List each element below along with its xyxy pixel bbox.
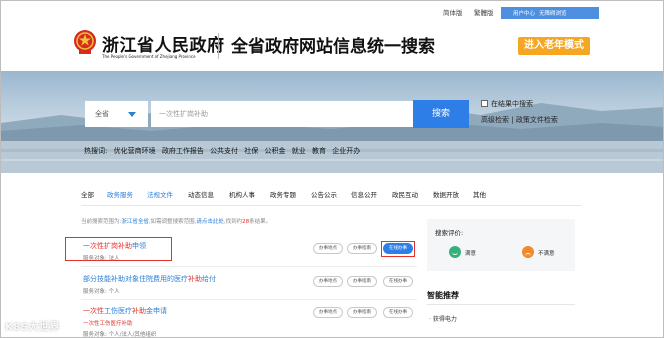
hot-word[interactable]: 公共支付 [210,147,238,155]
tab-news[interactable]: 动态信息 [188,189,214,199]
tab-other[interactable]: 其他 [473,189,486,199]
tab-disclosure[interactable]: 信息公开 [351,189,377,199]
result-title-highlight: 补助 [188,275,202,283]
result-item: 一次性工伤医疗补助金申请 一次性工伤医疗补助 服务对象: 个人/法人/其他组织 [83,306,167,338]
result-title-text: 金申请 [146,307,167,315]
result-title-text: 给付 [202,275,216,283]
hot-word[interactable]: 公积金 [265,147,286,155]
unsatisfied-label[interactable]: 不满意 [538,249,555,257]
brand-subtitle: The People's Government of Zhejiang Prov… [102,54,196,59]
header: 浙江省人民政府 The People's Government of Zheji… [1,25,663,71]
hot-word[interactable]: 企业开办 [332,147,360,155]
result-title-text: 工伤医疗 [104,307,132,315]
tab-government-services[interactable]: 政务服务 [107,189,133,199]
service-target-label: 服务对象: [83,289,107,295]
result-meta: 服务对象: 个人 [83,287,216,295]
result-meta: 服务对象: 个人/法人/其他组织 [83,330,167,338]
result-extra-text: 一次性工伤医疗补助 [83,321,133,327]
search-links: 高级检索 | 政策文件检索 [481,115,558,125]
service-target: 个人 [108,289,120,295]
office-location-button[interactable]: 办事地点 [313,276,343,287]
tabs-divider [81,205,581,206]
search-input[interactable] [151,101,413,127]
user-center-link[interactable]: 用户中心 [513,9,535,17]
result-highlight-box [65,237,172,261]
site-title: 全省政府网站信息统一搜索 [231,37,435,57]
chevron-down-icon [128,112,136,117]
tab-personnel[interactable]: 机构人事 [229,189,255,199]
result-item: 部分技能补助对象住院费用的医疗补助给付 服务对象: 个人 [83,274,216,295]
hot-word[interactable]: 就业 [292,147,306,155]
scope-region: 浙江省全省 [121,219,149,225]
hot-word[interactable]: 社保 [244,147,258,155]
result-title-link[interactable]: 一次性工伤医疗补助金申请 [83,306,167,316]
header-divider [218,33,219,59]
satisfied-label[interactable]: 满意 [465,249,476,257]
in-results-label: 在结果中搜索 [491,100,533,108]
brand-title[interactable]: 浙江省人民政府 [102,31,225,56]
top-bar: 简体版 繁體版 用户中心 无障碍浏览 [1,1,663,25]
elder-mode-button[interactable]: 进入老年模式 [518,37,590,55]
online-service-highlight-box [381,241,415,257]
office-location-button[interactable]: 办事地点 [313,307,343,318]
scope-select[interactable]: 全省 [85,101,148,127]
tab-announcements[interactable]: 公告公示 [311,189,337,199]
result-title-link[interactable]: 部分技能补助对象住院费用的医疗补助给付 [83,274,216,284]
national-emblem-icon [74,30,96,54]
guide-button[interactable]: 办事指南 [347,243,377,254]
simplified-link[interactable]: 简体版 [443,7,463,17]
tab-open-data[interactable]: 数据开放 [433,189,459,199]
frown-icon[interactable] [522,246,534,258]
scope-suffix: 条结果。 [249,219,272,225]
result-title-highlight: 一次性 [83,307,104,315]
tab-interaction[interactable]: 政民互动 [392,189,418,199]
traditional-link[interactable]: 繁體版 [474,7,494,17]
scope-select-value: 全省 [95,110,109,118]
result-extra: 一次性工伤医疗补助 [83,319,167,327]
scope-change-link[interactable]: 请点击此处 [196,219,224,225]
search-button[interactable]: 搜索 [413,100,469,128]
result-title-text: 对象住院费用的医疗 [125,275,188,283]
hot-word[interactable]: 优化营商环境 [114,147,156,155]
office-location-button[interactable]: 办事地点 [313,243,343,254]
guide-button[interactable]: 办事指南 [347,307,377,318]
smart-divider [427,304,575,305]
smile-icon[interactable] [449,246,461,258]
service-target: 个人/法人/其他组织 [108,332,157,338]
online-service-button[interactable]: 在线办事 [383,307,413,318]
tab-topics[interactable]: 政务专题 [270,189,296,199]
scope-found: ,找到约 [223,219,243,225]
search-scope: 当前搜索范围为:浙江省全省,如需调整搜索范围,请点击此处,找到约28条结果。 [81,217,271,225]
recommend-item[interactable]: · 获得电力 [429,314,457,323]
search-evaluation-panel: 搜索评价: 满意 不满意 [427,219,575,271]
guide-button[interactable]: 办事指南 [347,276,377,287]
scope-mid: ,如需调整搜索范围, [148,219,197,225]
in-results-option[interactable]: 在结果中搜索 [481,99,533,109]
watermark: K8S大世界 [5,322,60,333]
page: 简体版 繁體版 用户中心 无障碍浏览 浙江省人民政府 The People's … [0,0,664,338]
service-target-label: 服务对象: [83,332,107,338]
result-title-text: 部分技能补助 [83,275,125,283]
accessibility-link[interactable]: 无障碍浏览 [539,9,567,17]
hot-words-label: 热搜词: [84,147,108,155]
online-service-button[interactable]: 在线办事 [383,276,413,287]
hot-word[interactable]: 教育 [312,147,326,155]
scope-prefix: 当前搜索范围为: [81,219,122,225]
row-divider [81,266,417,267]
smart-recommend-title: 智能推荐 [427,291,459,300]
row-divider [81,299,417,300]
advanced-search-link[interactable]: 高级检索 [481,116,509,124]
user-strip: 用户中心 无障碍浏览 [501,7,599,19]
tab-all[interactable]: 全部 [81,189,94,199]
evaluation-title: 搜索评价: [435,229,464,237]
in-results-checkbox[interactable] [481,100,488,107]
hot-word[interactable]: 政府工作报告 [162,147,204,155]
result-title-highlight: 补助 [132,307,146,315]
policy-search-link[interactable]: 政策文件检索 [516,116,558,124]
hot-words: 热搜词: 优化营商环境 政府工作报告 公共支付 社保 公积金 就业 教育 企业开… [84,146,364,156]
tab-regulations[interactable]: 法规文件 [147,189,173,199]
